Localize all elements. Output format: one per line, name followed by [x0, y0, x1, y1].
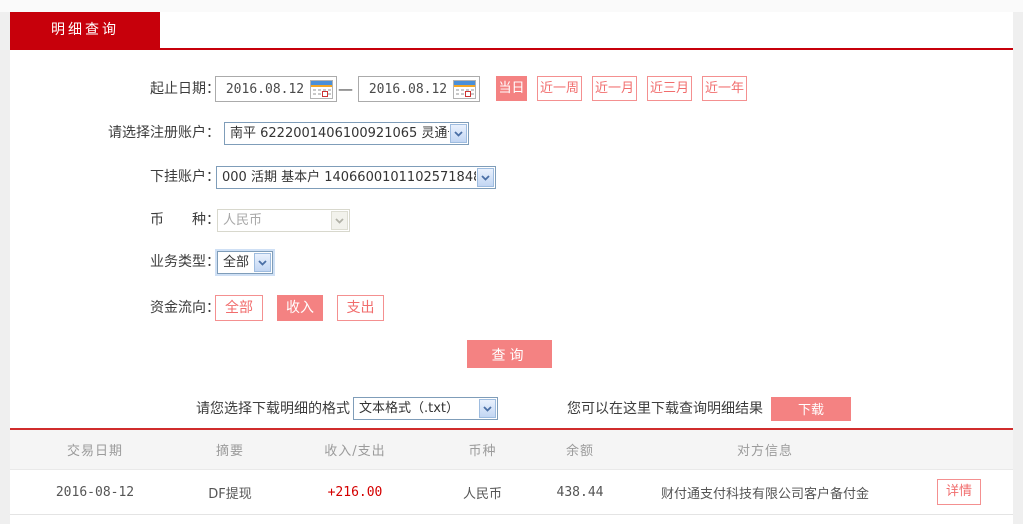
- cell-balance: 438.44: [556, 484, 604, 500]
- date-range-label: 起止日期：: [150, 81, 220, 97]
- currency-value: 人民币: [223, 213, 263, 228]
- page-top-strip: [0, 0, 1023, 12]
- detail-button[interactable]: 详情: [937, 479, 981, 505]
- dropdown-arrow-icon: [450, 124, 467, 143]
- cell-amount: +216.00: [327, 484, 383, 500]
- quick-range-3months-button[interactable]: 近三月: [647, 76, 692, 101]
- download-hint-label: 您可以在这里下载查询明细结果: [567, 401, 763, 417]
- query-button[interactable]: 查询: [467, 340, 552, 368]
- download-format-value: 文本格式（.txt）: [359, 401, 460, 416]
- register-account-select[interactable]: 南平 6222001406100921065 灵通卡: [224, 122, 469, 145]
- quick-range-week-button[interactable]: 近一周: [537, 76, 582, 101]
- tab-underline: [10, 48, 1013, 50]
- date-range-dash: —: [338, 80, 353, 98]
- dropdown-arrow-icon: [254, 253, 271, 272]
- dropdown-arrow-icon: [477, 168, 494, 187]
- dropdown-arrow-icon: [331, 211, 348, 230]
- header-cell-balance: 余额: [565, 444, 594, 459]
- quick-range-year-button[interactable]: 近一年: [702, 76, 747, 101]
- register-account-value: 南平 6222001406100921065 灵通卡: [230, 126, 449, 141]
- business-type-label: 业务类型：: [150, 254, 220, 270]
- download-button[interactable]: 下载: [771, 397, 851, 421]
- dropdown-arrow-icon: [479, 399, 496, 418]
- download-format-select[interactable]: 文本格式（.txt）: [353, 397, 498, 420]
- fund-flow-label: 资金流向：: [150, 300, 220, 316]
- fund-flow-income-button[interactable]: 收入: [277, 295, 323, 321]
- quick-range-month-button[interactable]: 近一月: [592, 76, 637, 101]
- header-cell-counterparty: 对方信息: [736, 444, 793, 459]
- sub-account-select[interactable]: 000 活期 基本户 1406600101102571848: [216, 166, 496, 189]
- header-cell-summary: 摘要: [215, 444, 244, 459]
- calendar-icon[interactable]: [453, 80, 476, 99]
- quick-range-today-button[interactable]: 当日: [496, 76, 527, 101]
- quick-range-buttons: 当日 近一周 近一月 近三月 近一年: [496, 76, 747, 101]
- header-cell-date: 交易日期: [66, 444, 123, 459]
- cell-date: 2016-08-12: [55, 484, 135, 500]
- download-format-label: 请您选择下载明细的格式: [196, 401, 350, 417]
- sub-account-value: 000 活期 基本户 1406600101102571848: [222, 170, 476, 185]
- table-row: 2016-08-12 DF提现 +216.00 人民币 438.44 财付通支付…: [10, 470, 1013, 515]
- sub-account-label: 下挂账户：: [150, 169, 220, 185]
- fund-flow-all-button[interactable]: 全部: [215, 295, 263, 321]
- currency-select: 人民币: [217, 209, 350, 232]
- header-cell-amount: 收入/支出: [324, 444, 386, 459]
- calendar-icon[interactable]: [310, 80, 333, 99]
- header-cell-currency: 币种: [468, 444, 497, 459]
- cell-currency: 人民币: [462, 486, 502, 502]
- tab-detail-query[interactable]: 明细查询: [10, 12, 160, 48]
- business-type-value: 全部: [223, 255, 250, 270]
- fund-flow-expense-button[interactable]: 支出: [337, 295, 384, 321]
- cell-summary: DF提现: [208, 486, 252, 502]
- table-header-row: 交易日期 摘要 收入/支出 币种 余额 对方信息: [10, 430, 1013, 470]
- cell-counterparty: 财付通支付科技有限公司客户备付金: [660, 486, 869, 502]
- detail-query-panel: 明细查询 起止日期： — 当日 近一周: [10, 12, 1013, 524]
- currency-label: 币 种：: [150, 212, 220, 228]
- register-account-label: 请选择注册账户：: [108, 125, 220, 141]
- business-type-select[interactable]: 全部: [217, 251, 273, 274]
